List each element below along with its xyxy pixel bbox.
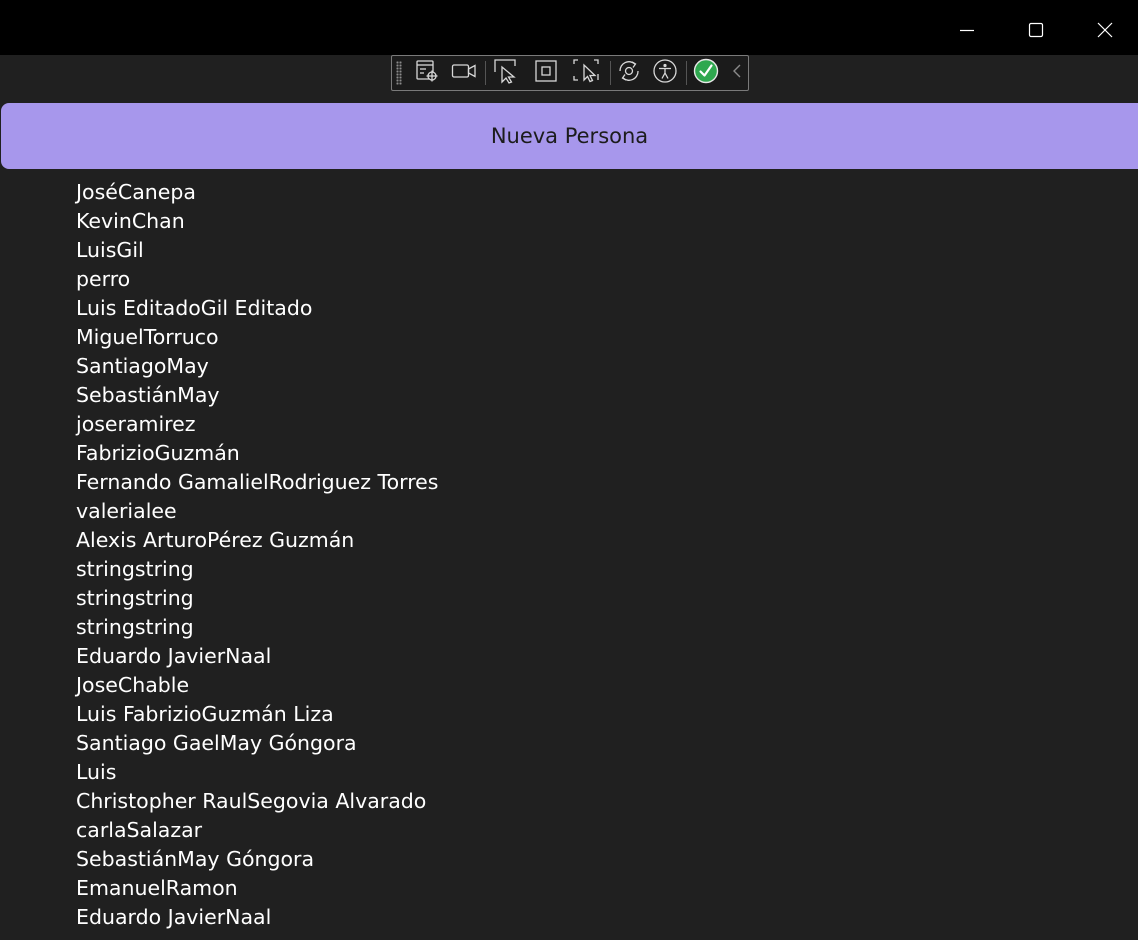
list-item[interactable]: Eduardo JavierNaal [76, 640, 438, 669]
list-item[interactable]: LuisGil [76, 234, 438, 263]
hot-reload-button[interactable] [613, 56, 645, 90]
list-item[interactable]: carlaSalazar [76, 814, 438, 843]
list-item[interactable]: SebastiánMay [76, 379, 438, 408]
list-item[interactable]: EmanuelRamon [76, 872, 438, 901]
new-person-button[interactable]: Nueva Persona [1, 103, 1138, 169]
list-item[interactable]: JoséCanepa [76, 176, 438, 205]
toolbar-separator [485, 61, 486, 85]
list-item[interactable]: valerialee [76, 495, 438, 524]
live-visual-tree-icon [415, 59, 439, 87]
list-item[interactable]: joseramirez [76, 408, 438, 437]
hot-reload-icon [616, 59, 642, 87]
list-item[interactable]: Santiago GaelMay Góngora [76, 727, 438, 756]
person-list[interactable]: JoséCanepa KevinChan LuisGil perro Luis … [76, 176, 438, 930]
select-element-button[interactable] [490, 56, 522, 90]
track-focused-element-icon [572, 58, 600, 88]
accessibility-checker-button[interactable] [649, 56, 681, 90]
live-visual-tree-button[interactable] [412, 56, 442, 90]
in-app-dev-toolbar [391, 55, 749, 91]
record-icon [451, 61, 477, 85]
minimize-button[interactable] [933, 0, 1001, 60]
toolbar-grip-handle[interactable] [396, 61, 402, 85]
minimize-icon [959, 22, 975, 38]
checkmark-icon [693, 58, 719, 88]
list-item[interactable]: stringstring [76, 611, 438, 640]
list-item[interactable]: Fernando GamalielRodriguez Torres [76, 466, 438, 495]
display-layout-adorners-icon [534, 59, 558, 87]
collapse-chevron-icon [731, 63, 743, 83]
accessibility-icon [652, 58, 678, 88]
toolbar-separator [610, 61, 611, 85]
list-item[interactable]: Alexis ArturoPérez Guzmán [76, 524, 438, 553]
list-item[interactable]: FabrizioGuzmán [76, 437, 438, 466]
list-item[interactable]: Luis [76, 756, 438, 785]
list-item[interactable]: Eduardo JavierNaal [76, 901, 438, 930]
display-layout-adorners-button[interactable] [530, 56, 562, 90]
list-item[interactable]: SantiagoMay [76, 350, 438, 379]
select-element-icon [493, 58, 519, 88]
list-item[interactable]: SebastiánMay Góngora [76, 843, 438, 872]
collapse-toolbar-button[interactable] [726, 56, 748, 90]
toolbar-separator [686, 61, 687, 85]
list-item[interactable]: Luis EditadoGil Editado [76, 292, 438, 321]
list-item[interactable]: Luis FabrizioGuzmán Liza [76, 698, 438, 727]
close-button[interactable] [1071, 0, 1138, 60]
track-focused-element-button[interactable] [569, 56, 603, 90]
maximize-icon [1028, 22, 1044, 38]
close-icon [1097, 22, 1113, 38]
list-item[interactable]: KevinChan [76, 205, 438, 234]
list-item[interactable]: JoseChable [76, 669, 438, 698]
record-button[interactable] [448, 56, 480, 90]
title-bar[interactable] [0, 0, 1138, 55]
list-item[interactable]: stringstring [76, 582, 438, 611]
maximize-button[interactable] [1002, 0, 1070, 60]
list-item[interactable]: perro [76, 263, 438, 292]
list-item[interactable]: Christopher RaulSegovia Alvarado [76, 785, 438, 814]
app-window: Nueva Persona JoséCanepa KevinChan LuisG… [0, 0, 1138, 940]
binding-status-button[interactable] [690, 56, 722, 90]
list-item[interactable]: MiguelTorruco [76, 321, 438, 350]
list-item[interactable]: stringstring [76, 553, 438, 582]
